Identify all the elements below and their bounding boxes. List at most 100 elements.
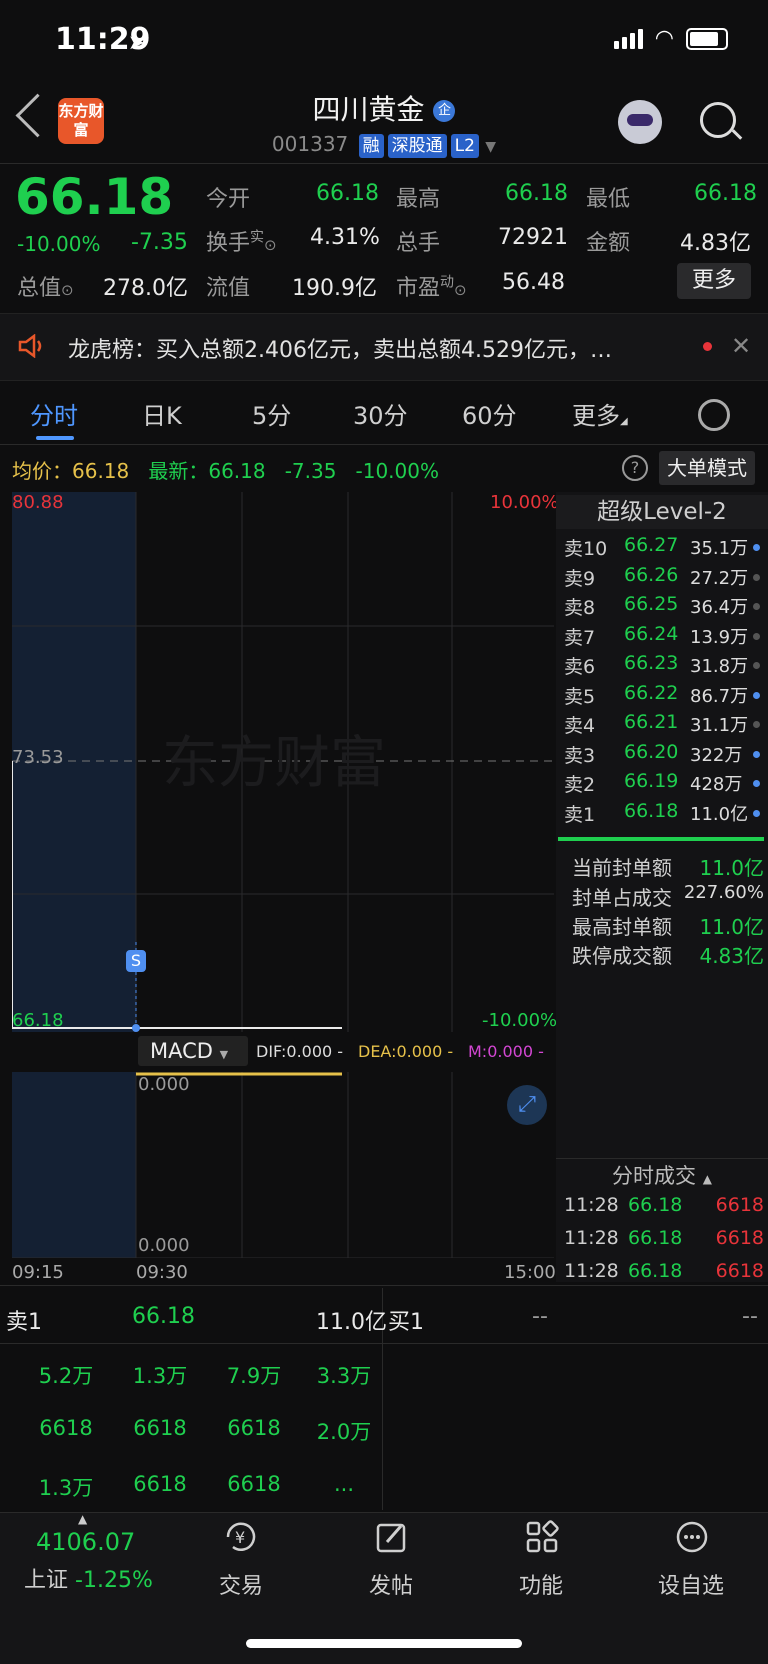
big-order-mode-button[interactable]: 大单模式 (659, 451, 755, 485)
help-icon[interactable]: ? (622, 455, 648, 481)
ask-row[interactable]: 卖10 66.27 35.1万 (564, 534, 764, 562)
wifi-icon: ◠ (654, 26, 674, 51)
tag-connect: 深股通 (387, 134, 447, 158)
trade-row: 11:28 66.18 6618 (564, 1260, 764, 1282)
time-axis-start: 09:15 (12, 1262, 64, 1283)
turnover-label: 换手实⊙ (206, 229, 277, 256)
ask-price: 66.18 (624, 799, 679, 822)
svg-text:¥: ¥ (235, 1528, 245, 1547)
y-mid-label: 73.53 (12, 747, 64, 768)
avg-label: 均价： (12, 459, 72, 483)
tab-daily-k[interactable]: 日K (142, 396, 182, 431)
last-change: -7.35 (284, 459, 337, 483)
order-dot-icon (753, 632, 760, 640)
nav-functions[interactable]: 功能 (486, 1568, 596, 1600)
status-icons: ◠ (613, 26, 728, 51)
stock-code: 001337 (271, 132, 349, 156)
nav-trade[interactable]: 交易 (186, 1568, 296, 1600)
trade-yen-icon: ¥ (226, 1522, 256, 1551)
open-value: 66.18 (316, 181, 379, 206)
nav-add-watchlist[interactable]: 设自选 (636, 1568, 746, 1600)
sell-marker[interactable]: S (126, 950, 146, 972)
enterprise-badge: 企 (433, 100, 456, 122)
order-detail-cell: ... (333, 1472, 355, 1496)
ask-level-label: 卖7 (564, 626, 596, 649)
float-value: 190.9亿 (292, 276, 377, 301)
y-bot-label: 66.18 (12, 1010, 64, 1031)
pct-top-label: 10.00% (490, 492, 559, 513)
open-label: 今开 (206, 187, 251, 212)
last-price: 66.18 (15, 168, 174, 226)
high-value: 66.18 (505, 181, 568, 206)
tab-intraday[interactable]: 分时 (30, 396, 78, 431)
order-detail-cell: 3.3万 (316, 1364, 372, 1388)
ask-volume: 11.0亿 (690, 803, 749, 825)
order-dot-icon (753, 691, 760, 699)
notice-bar[interactable]: 龙虎榜：买入总额2.406亿元，卖出总额4.529亿元，… ✕ (0, 313, 768, 381)
ask-level-label: 卖8 (564, 597, 596, 619)
ask-row[interactable]: 卖9 66.26 27.2万 (564, 564, 764, 592)
cellular-signal-icon (613, 29, 643, 49)
mktcap-label: 总值⊙ (17, 276, 74, 301)
macd-selector[interactable]: MACD ▼ (138, 1036, 248, 1066)
battery-icon (686, 28, 728, 50)
avg-value: 66.18 (72, 459, 130, 483)
volume-value: 72921 (498, 225, 568, 250)
tab-more[interactable]: 更多◢ (572, 396, 628, 431)
settings-gear-icon[interactable] (698, 399, 730, 431)
turnover-value: 4.31% (310, 225, 380, 250)
ask-volume: 36.4万 (690, 597, 749, 618)
macd-chart[interactable] (12, 1072, 554, 1258)
tab-60min[interactable]: 60分 (462, 396, 517, 431)
index-value[interactable]: 4106.07 (36, 1528, 135, 1556)
order-detail-cell: 6618 (227, 1416, 281, 1440)
unread-dot (703, 342, 712, 351)
ask-price: 66.23 (624, 652, 679, 674)
sell1-volume: 11.0亿 (316, 1310, 387, 1335)
more-button[interactable]: 更多 (677, 263, 751, 299)
pe-label: 市盈动⊙ (396, 274, 467, 301)
search-icon[interactable] (700, 102, 736, 138)
dif-value: DIF:0.000 - (256, 1042, 344, 1061)
tab-5min[interactable]: 5分 (252, 396, 291, 431)
notice-text: 龙虎榜：买入总额2.406亿元，卖出总额4.529亿元，… (68, 338, 612, 363)
ask-row[interactable]: 卖2 66.19 428万 (564, 770, 764, 798)
nav-post[interactable]: 发帖 (336, 1568, 446, 1600)
ask-level-label: 卖5 (564, 685, 596, 708)
speaker-icon (18, 334, 42, 358)
level2-title[interactable]: 超级Level-2 (556, 495, 768, 529)
close-icon[interactable]: ✕ (731, 332, 751, 360)
ask-row[interactable]: 卖7 66.24 13.9万 (564, 623, 764, 651)
index-line[interactable]: 上证 -1.25% (24, 1562, 153, 1594)
order-detail-cell: 6618 (39, 1416, 93, 1440)
tag-l2: L2 (450, 134, 479, 158)
assistant-robot-icon[interactable] (618, 100, 662, 144)
ask-level-label: 卖4 (564, 715, 596, 737)
intraday-chart[interactable]: 东方财富 (12, 492, 554, 1032)
trade-row: 11:28 66.18 6618 (564, 1194, 764, 1216)
ask-price: 66.24 (624, 622, 679, 645)
ask-row[interactable]: 卖5 66.22 86.7万 (564, 682, 764, 710)
amount-label: 金额 (586, 231, 631, 256)
order-detail-cell: 6618 (227, 1472, 281, 1496)
ask-volume: 428万 (690, 774, 743, 795)
ask-row[interactable]: 卖3 66.20 322万 (564, 741, 764, 769)
last-label: 最新： (148, 459, 209, 483)
ask-row[interactable]: 卖4 66.21 31.1万 (564, 711, 764, 739)
tab-30min[interactable]: 30分 (353, 396, 408, 431)
trades-header[interactable]: 分时成交 ▲ (556, 1158, 768, 1193)
ask-level-label: 卖3 (564, 744, 596, 767)
ask-row[interactable]: 卖6 66.23 31.8万 (564, 652, 764, 680)
home-indicator (246, 1639, 522, 1648)
last-pct: -10.00% (355, 459, 439, 483)
watchlist-dots-icon (676, 1521, 708, 1553)
ask-row[interactable]: 卖1 66.18 11.0亿 (564, 800, 764, 828)
order-dot-icon (753, 544, 760, 551)
ask-level-label: 卖1 (564, 803, 596, 826)
order-dot-icon (753, 780, 760, 787)
order-detail-cell: 5.2万 (38, 1364, 94, 1388)
ask-level-label: 卖9 (564, 567, 596, 590)
ask-row[interactable]: 卖8 66.25 36.4万 (564, 593, 764, 621)
expand-icon[interactable]: ⤢ (507, 1085, 547, 1125)
stock-name: 四川黄金 (312, 93, 425, 126)
